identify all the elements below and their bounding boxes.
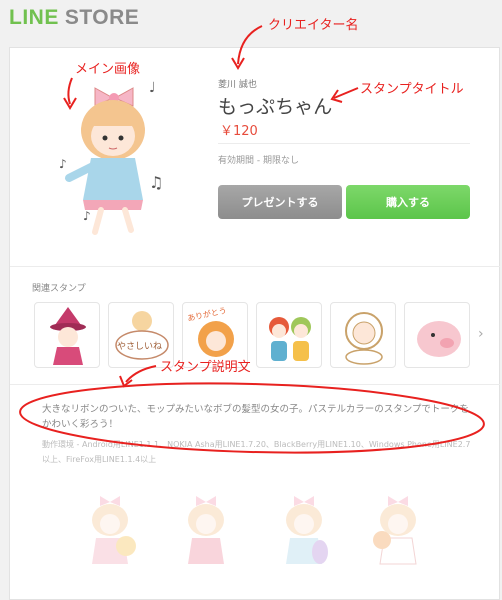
pink-pig-sticker-icon [417,321,461,357]
sticker-title: もっぷちゃん [218,96,333,118]
svg-text:♩: ♩ [149,80,156,96]
validity-period: 有効期間 - 期限なし [218,156,299,166]
buy-button[interactable]: 購入する [346,185,470,219]
witch-sticker-icon [50,307,86,365]
svg-text:♪: ♪ [83,209,91,223]
twin-girls-sticker-icon [269,317,311,361]
chevron-right-icon[interactable]: › [478,326,484,342]
annotation-description: スタンプ説明文 [160,360,251,375]
gift-button[interactable]: プレゼントする [218,185,342,219]
compatibility-text: 動作環境 - Android用LINE1.1.1、NOKIA Asha用LINE… [42,440,471,464]
svg-text:♫: ♫ [149,173,163,192]
main-sticker-image: ♩ ♫ ♪ ♪ [59,80,163,235]
baby-bonnet-sticker-icon [345,312,383,365]
annotation-main-image: メイン画像 [75,62,141,77]
annotation-creator: クリエイター名 [268,18,359,33]
sticker-preview-1 [92,496,136,564]
related-sticker-thumb[interactable] [256,302,322,368]
logo-store: STORE [64,6,140,29]
annotation-title: スタンプタイトル [360,82,464,97]
section-divider [10,266,500,267]
related-sticker-thumb[interactable] [34,302,100,368]
related-sticker-thumb[interactable] [330,302,396,368]
sticker-preview-3 [286,496,328,564]
sticker-preview-2 [188,496,224,564]
creator-name[interactable]: 菱川 誠也 [218,77,257,90]
svg-text:♪: ♪ [59,157,67,171]
line-store-logo[interactable]: LINE STORE [9,6,139,30]
section-divider [10,384,500,385]
related-sticker-thumb[interactable] [404,302,470,368]
thumb-caption: やさしいね [117,342,163,352]
sticker-preview-4 [373,496,417,565]
related-stickers-label: 関連スタンプ [32,284,86,294]
price: ￥120 [220,124,258,139]
sticker-description: 大きなリボンのついた、モップみたいなボブの髪型の女の子。パステルカラーのスタンプ… [42,404,469,430]
logo-line: LINE [9,6,59,29]
header: LINE STORE [0,0,502,40]
divider [218,143,470,144]
